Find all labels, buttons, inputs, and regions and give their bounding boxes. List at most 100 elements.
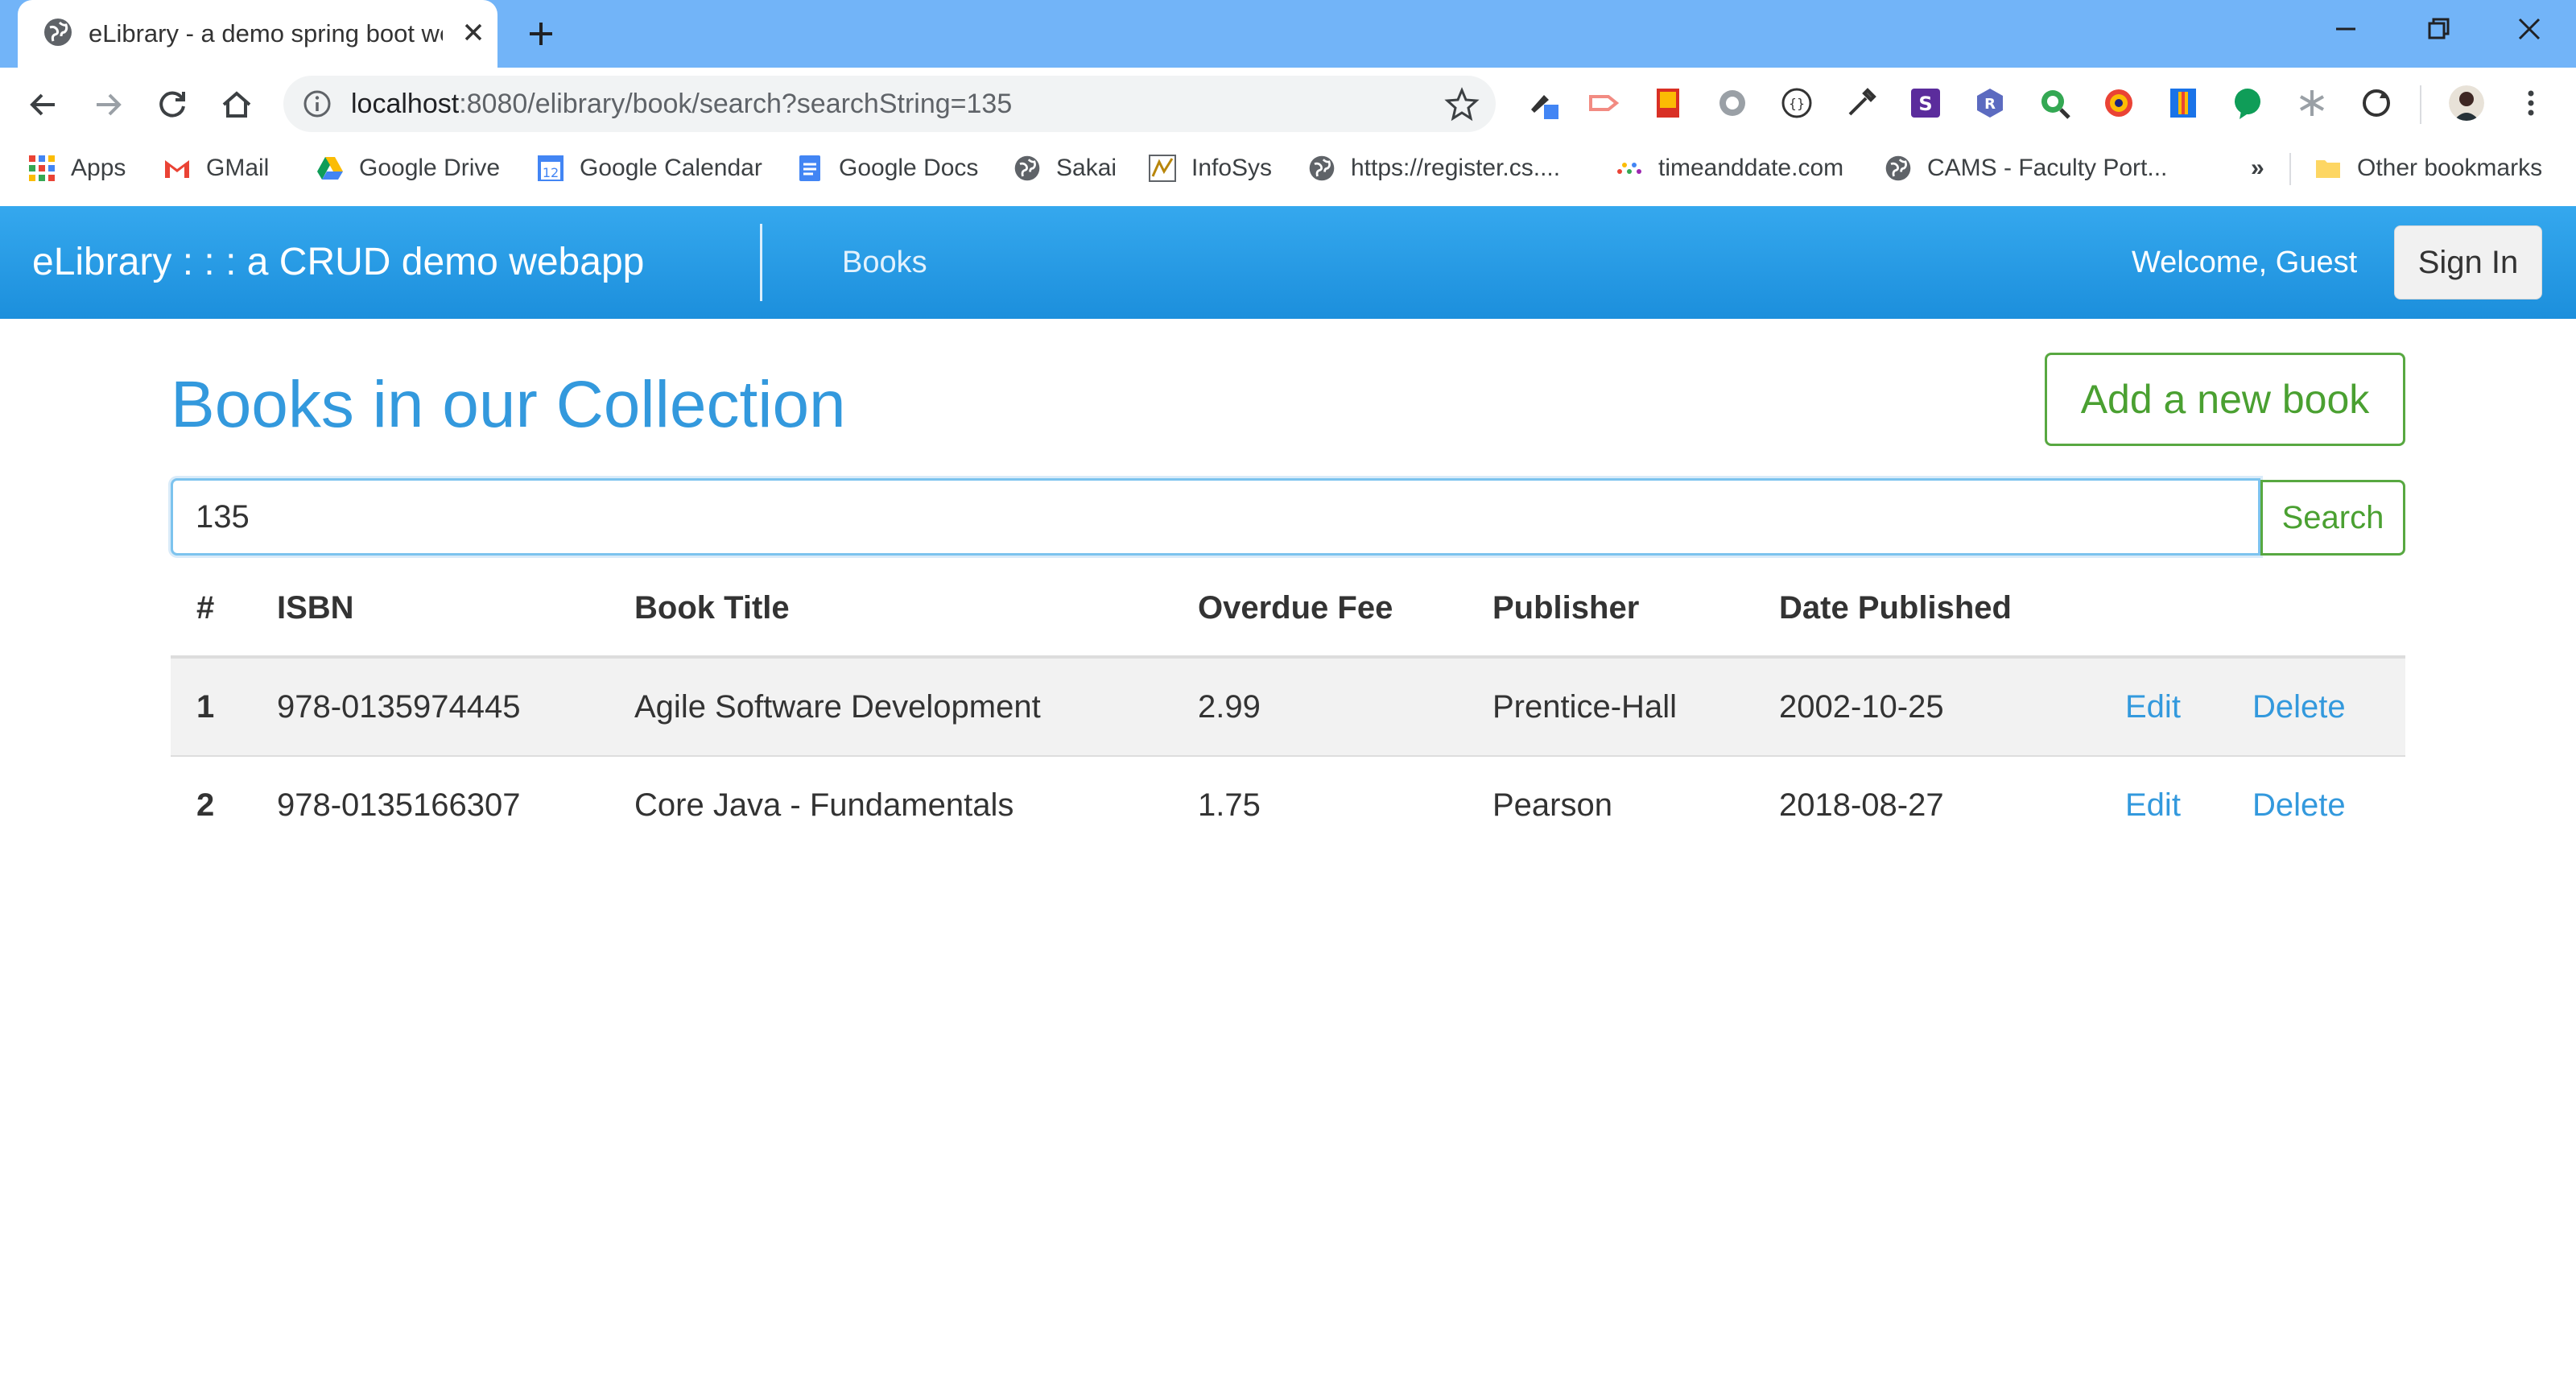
google-calendar-icon: 12 — [538, 155, 564, 181]
info-icon[interactable] — [301, 88, 333, 120]
row-edit-cell: Edit — [2125, 755, 2252, 853]
new-tab-icon[interactable] — [522, 14, 560, 53]
infosys-icon — [1149, 155, 1176, 182]
column-header-delete — [2252, 560, 2405, 659]
bookmark-google-docs[interactable]: Google Docs — [795, 142, 978, 195]
column-header-date: Date Published — [1779, 560, 2125, 659]
folder-icon — [2316, 160, 2340, 178]
s-extension-icon[interactable]: S — [1908, 85, 1943, 121]
bookmark-apps[interactable]: Apps — [27, 142, 126, 195]
restore-icon[interactable] — [2413, 13, 2462, 45]
bookmarks-bar: Apps GMail Google Drive 12 Google Calend… — [0, 142, 2576, 207]
close-window-icon[interactable] — [2505, 13, 2553, 45]
books-table: # ISBN Book Title Overdue Fee Publisher … — [171, 560, 2405, 853]
globe-icon — [1885, 155, 1911, 181]
row-date: 2018-08-27 — [1779, 755, 2125, 853]
bookmark-google-drive[interactable]: Google Drive — [316, 142, 500, 195]
snowflake-extension-icon[interactable] — [2294, 85, 2330, 121]
close-tab-icon[interactable] — [459, 18, 488, 47]
row-title: Agile Software Development — [634, 656, 1198, 756]
row-edit-cell: Edit — [2125, 656, 2252, 756]
google-drive-icon — [317, 157, 343, 180]
json-extension-icon[interactable]: {} — [1779, 85, 1814, 121]
welcome-text: Welcome, Guest — [2132, 246, 2358, 279]
eyedropper-extension-icon[interactable] — [1843, 85, 1879, 121]
address-bar[interactable]: localhost:8080/elibrary/book/search?sear… — [283, 76, 1496, 132]
color-picker-extension-icon[interactable] — [1526, 85, 1562, 121]
delete-link[interactable]: Delete — [2252, 689, 2346, 725]
browser-tab[interactable]: eLibrary - a demo spring boot we — [18, 0, 497, 68]
share-extension-icon[interactable] — [1586, 85, 1621, 121]
nav-books-link[interactable]: Books — [842, 206, 927, 319]
bookmark-label: InfoSys — [1191, 155, 1273, 181]
navbar-divider — [760, 224, 762, 301]
back-arrow-icon[interactable] — [24, 85, 63, 124]
row-publisher: Pearson — [1492, 755, 1779, 853]
browser-toolbar: localhost:8080/elibrary/book/search?sear… — [0, 68, 2576, 142]
bookmarks-overflow-button[interactable]: » — [2251, 142, 2264, 195]
brand-link[interactable]: eLibrary : : : a CRUD demo webapp — [32, 206, 644, 319]
gmail-icon — [165, 160, 189, 178]
bookmark-infosys[interactable]: InfoSys — [1148, 142, 1272, 195]
edit-link[interactable]: Edit — [2125, 689, 2181, 725]
profile-avatar-icon[interactable] — [2449, 85, 2484, 121]
bookmark-label: GMail — [206, 155, 270, 181]
settings-extension-icon[interactable] — [1715, 85, 1750, 121]
minimize-icon[interactable] — [2322, 13, 2370, 45]
column-header-number: # — [171, 560, 277, 659]
google-docs-icon — [799, 155, 820, 181]
row-delete-cell: Delete — [2252, 656, 2405, 756]
globe-icon — [44, 19, 72, 46]
target-extension-icon[interactable] — [2101, 85, 2136, 121]
reload-icon[interactable] — [153, 85, 192, 124]
bookmark-google-calendar[interactable]: 12 Google Calendar — [536, 142, 762, 195]
bookmark-star-icon[interactable] — [1444, 86, 1480, 122]
table-header-row: # ISBN Book Title Overdue Fee Publisher … — [171, 560, 2405, 659]
table-row: 1 978-0135974445 Agile Software Developm… — [171, 656, 2405, 756]
bookmark-gmail[interactable]: GMail — [163, 142, 269, 195]
calendar-day: 12 — [543, 165, 559, 180]
svg-text:{}: {} — [1789, 96, 1805, 111]
bookmark-label: Apps — [71, 155, 126, 181]
search-input[interactable] — [171, 478, 2260, 556]
url-path: :8080/elibrary/book/search?searchString=… — [459, 89, 1013, 119]
column-header-isbn: ISBN — [277, 560, 634, 659]
sign-in-button[interactable]: Sign In — [2394, 225, 2542, 299]
row-date: 2002-10-25 — [1779, 656, 2125, 756]
row-number: 2 — [171, 755, 277, 853]
timeanddate-icon — [1617, 163, 1641, 174]
bookmark-register[interactable]: https://register.cs.... — [1307, 142, 1560, 195]
column-header-publisher: Publisher — [1492, 560, 1779, 659]
chat-extension-icon[interactable] — [2230, 85, 2265, 121]
home-icon[interactable] — [217, 85, 256, 124]
globe-icon — [1014, 155, 1040, 181]
bookmark-label: Google Calendar — [580, 155, 762, 181]
sync-extension-icon[interactable] — [2359, 85, 2394, 121]
search-button[interactable]: Search — [2260, 480, 2405, 556]
r-extension-icon[interactable]: R — [1972, 85, 2008, 121]
tab-title: eLibrary - a demo spring boot we — [89, 19, 443, 48]
pdf-extension-icon[interactable] — [1650, 85, 1686, 121]
bookmarks-separator — [2289, 153, 2291, 185]
bookmark-sakai[interactable]: Sakai — [1013, 142, 1117, 195]
bookmark-cams[interactable]: CAMS - Faculty Port... — [1884, 142, 2167, 195]
bookmark-label: Sakai — [1056, 155, 1117, 181]
bookmark-label: timeanddate.com — [1658, 155, 1844, 181]
app-navbar: eLibrary : : : a CRUD demo webapp Books … — [0, 206, 2576, 319]
delete-link[interactable]: Delete — [2252, 787, 2346, 823]
bookmark-timeanddate[interactable]: timeanddate.com — [1615, 142, 1843, 195]
row-delete-cell: Delete — [2252, 755, 2405, 853]
apps-grid-icon — [29, 155, 55, 181]
edit-link[interactable]: Edit — [2125, 787, 2181, 823]
search-extension-icon[interactable] — [2037, 85, 2072, 121]
menu-kebab-icon[interactable] — [2513, 85, 2549, 121]
forward-arrow-icon[interactable] — [89, 85, 127, 124]
other-bookmarks[interactable]: Other bookmarks — [2314, 142, 2542, 195]
page-title: Books in our Collection — [171, 368, 846, 441]
column-header-edit — [2125, 560, 2252, 659]
bookmark-label: https://register.cs.... — [1351, 155, 1561, 181]
url-text: localhost:8080/elibrary/book/search?sear… — [351, 76, 1012, 132]
row-fee: 2.99 — [1198, 656, 1492, 756]
add-book-button[interactable]: Add a new book — [2045, 353, 2405, 446]
stack-extension-icon[interactable] — [2165, 85, 2201, 121]
